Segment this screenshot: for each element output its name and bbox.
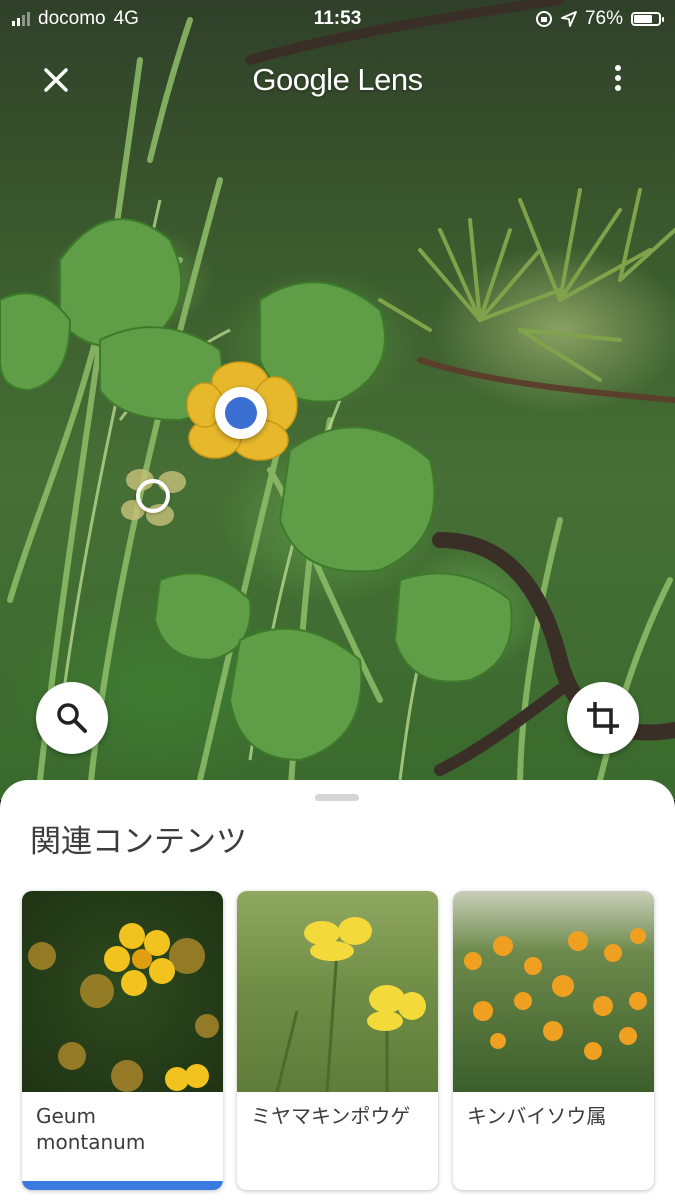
location-arrow-icon [561,11,577,27]
crop-button[interactable] [567,682,639,754]
more-options-button[interactable] [603,62,633,98]
result-card[interactable]: キンバイソウ属 [453,891,654,1190]
result-card-label: キンバイソウ属 [467,1104,607,1128]
more-vert-icon [603,65,633,91]
rotation-lock-icon [535,11,552,27]
result-thumbnail [453,891,654,1092]
results-heading: 関連コンテンツ [30,824,247,860]
object-marker-selected[interactable] [215,387,267,439]
plant-scene [0,0,675,800]
result-card[interactable]: Geum montanum [22,891,223,1190]
object-marker-secondary[interactable] [136,479,170,513]
crop-icon [587,702,619,734]
search-icon [57,703,87,733]
selected-result-indicator [22,1181,223,1190]
result-thumbnail [237,891,438,1092]
result-thumbnail [22,891,223,1092]
status-bar: docomo 4G 11:53 76% [0,0,675,40]
battery-percent: 76% [584,8,623,29]
camera-photo[interactable] [0,0,675,800]
result-card-label: Geum montanum [36,1104,146,1154]
battery-icon [631,12,664,26]
sheet-drag-handle[interactable] [315,794,359,801]
results-sheet: 関連コンテンツ Geum montanum ミヤマキンポウゲ キンバイソウ属 [0,780,675,1200]
search-button[interactable] [36,682,108,754]
app-title: Google Lens [252,62,423,97]
lens-toolbar: Google Lens [0,50,675,110]
result-card[interactable]: ミヤマキンポウゲ [237,891,438,1190]
result-card-label: ミヤマキンポウゲ [251,1104,411,1128]
